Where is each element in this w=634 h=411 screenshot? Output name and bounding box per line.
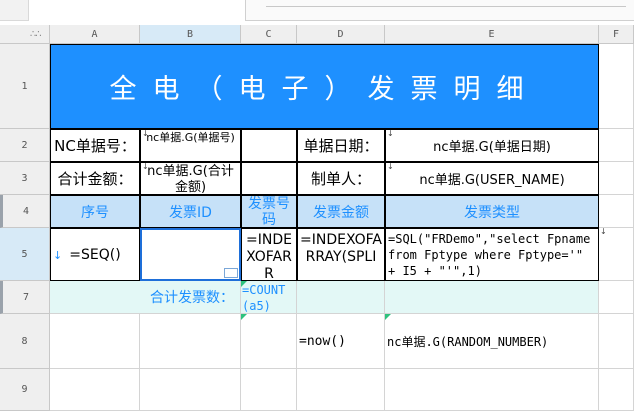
count-cell[interactable]: =COUNT(a5) <box>241 281 297 314</box>
cell-f5[interactable]: ↓ <box>599 228 634 281</box>
column-header-a[interactable]: A <box>50 25 140 44</box>
cell-f8[interactable] <box>599 314 634 369</box>
invoice-amount-cell[interactable]: =INDEXOFARRAY(SPLI <box>297 228 385 281</box>
header-invoice-id[interactable]: 发票ID <box>140 195 241 228</box>
toolbar-left-block <box>0 0 29 21</box>
select-all-corner[interactable]: ∴∴ <box>0 25 50 44</box>
maker-formula: nc单据.G(USER_NAME) <box>419 173 565 188</box>
invoice-no-formula: =INDEXOFARR <box>246 232 292 281</box>
cell-f2[interactable] <box>599 129 634 162</box>
cell-a8[interactable] <box>50 314 140 369</box>
cell-b8[interactable] <box>140 314 241 369</box>
now-formula: =now() <box>299 333 346 349</box>
row-header-3[interactable]: 3 <box>0 162 50 195</box>
column-header-f[interactable]: F <box>599 25 634 44</box>
toolbar <box>0 0 634 25</box>
cell-marker-icon: ↓ <box>387 129 394 138</box>
cell-d9[interactable] <box>297 369 385 411</box>
corner-dots-icon: ∴∴ <box>30 29 42 40</box>
cell-e9[interactable] <box>385 369 599 411</box>
cell-a9[interactable] <box>50 369 140 411</box>
now-cell[interactable]: =now() <box>297 314 385 369</box>
row-header-9[interactable]: 9 <box>0 369 50 411</box>
invoice-amount-formula: =INDEXOFARRAY(SPLI <box>299 232 383 265</box>
cell-c2[interactable] <box>241 129 297 162</box>
random-number-cell[interactable]: nc单据.G(RANDOM_NUMBER) <box>385 314 599 369</box>
header-invoice-type[interactable]: 发票类型 <box>385 195 599 228</box>
column-header-c[interactable]: C <box>241 25 297 44</box>
cell-b9[interactable] <box>140 369 241 411</box>
cell-c3[interactable] <box>241 162 297 195</box>
row-header-5[interactable]: 5 <box>0 228 50 281</box>
comment-marker-icon <box>241 281 247 287</box>
cell-f9[interactable] <box>599 369 634 411</box>
spreadsheet-grid[interactable]: ∴∴ A B C D E F 1 2 3 4 5 7 8 9 全电（电子）发票明… <box>0 25 634 411</box>
cell-e7[interactable] <box>385 281 599 314</box>
comment-marker-icon <box>385 314 391 320</box>
cell-f4[interactable] <box>599 195 634 228</box>
row-header-1[interactable]: 1 <box>0 44 50 129</box>
cell-d7[interactable] <box>297 281 385 314</box>
cell-f1[interactable] <box>599 44 634 129</box>
amount-cell[interactable]: ↓ nc单据.G(合计金额) <box>140 162 241 195</box>
nc-number-cell[interactable]: ↓ nc单据.G(单据号) <box>140 129 241 162</box>
maker-cell[interactable]: ↓ nc单据.G(USER_NAME) <box>385 162 599 195</box>
count-formula: =COUNT(a5) <box>242 283 286 313</box>
amount-label[interactable]: 合计金额： <box>50 162 140 195</box>
expand-down-icon: ↓ <box>53 249 63 262</box>
formula-bar[interactable] <box>245 0 634 21</box>
row-header-2[interactable]: 2 <box>0 129 50 162</box>
invoice-type-formula: =SQL("FRDemo","select Fpname from Fptype… <box>388 232 591 278</box>
date-cell[interactable]: ↓ nc单据.G(单据日期) <box>385 129 599 162</box>
fill-handle-icon[interactable] <box>224 268 238 278</box>
row-header-4[interactable]: 4 <box>0 195 50 228</box>
date-label[interactable]: 单据日期： <box>297 129 385 162</box>
row-header-8[interactable]: 8 <box>0 314 50 369</box>
amount-formula: nc单据.G(合计金额) <box>147 164 234 195</box>
date-formula: nc单据.G(单据日期) <box>433 140 551 155</box>
comment-marker-icon <box>241 314 247 320</box>
cell-marker-icon: ↓ <box>387 162 394 171</box>
nc-number-label[interactable]: NC单据号： <box>50 129 140 162</box>
cell-marker-icon: ↓ <box>600 228 607 236</box>
title-cell[interactable]: 全电（电子）发票明细 <box>50 44 599 129</box>
invoice-type-cell[interactable]: =SQL("FRDemo","select Fpname from Fptype… <box>385 228 599 281</box>
maker-label[interactable]: 制单人： <box>297 162 385 195</box>
cell-marker-icon: ↓ <box>142 129 149 138</box>
seq-formula: =SEQ() <box>69 246 121 263</box>
cell-c8[interactable] <box>241 314 297 369</box>
column-header-d[interactable]: D <box>297 25 385 44</box>
count-label[interactable]: 合计发票数： <box>50 281 241 314</box>
column-header-e[interactable]: E <box>385 25 599 44</box>
row-header-7[interactable]: 7 <box>0 281 50 314</box>
column-header-b[interactable]: B <box>140 25 241 44</box>
cell-c9[interactable] <box>241 369 297 411</box>
cell-f7[interactable] <box>599 281 634 314</box>
cell-marker-icon: ↓ <box>142 162 149 171</box>
header-invoice-no[interactable]: 发票号码 <box>241 195 297 228</box>
header-seq[interactable]: 序号 <box>50 195 140 228</box>
invoice-id-cell-selected[interactable] <box>140 228 241 281</box>
invoice-no-cell[interactable]: =INDEXOFARR <box>241 228 297 281</box>
nc-number-formula: nc单据.G(单据号) <box>146 131 235 144</box>
seq-cell[interactable]: ↓ =SEQ() <box>50 228 140 281</box>
header-invoice-amount[interactable]: 发票金额 <box>297 195 385 228</box>
random-number-formula: nc单据.G(RANDOM_NUMBER) <box>387 334 549 349</box>
cell-f3[interactable] <box>599 162 634 195</box>
